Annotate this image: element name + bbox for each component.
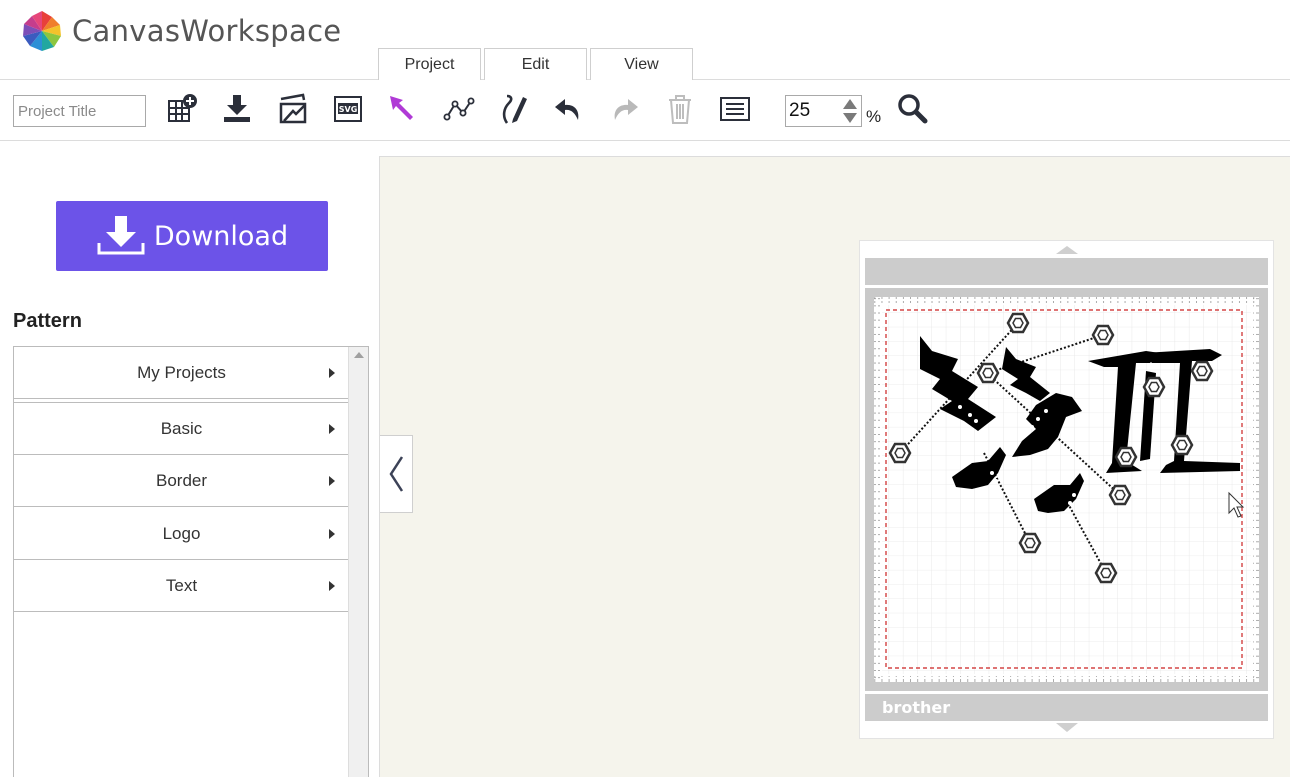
download-icon	[97, 216, 145, 255]
pattern-item-label: My Projects	[137, 362, 226, 382]
pattern-list-scrollbar[interactable]	[348, 347, 368, 777]
svg-text:SVG: SVG	[339, 105, 358, 114]
caret-right-icon	[329, 528, 335, 539]
canvasworkspace-logo-icon	[23, 11, 61, 51]
mat-feed-down-icon	[1056, 723, 1078, 732]
app-title: CanvasWorkspace	[72, 14, 342, 48]
import-button[interactable]	[219, 91, 255, 127]
export-icon	[279, 93, 307, 124]
cutting-mat-graphic: brother	[865, 246, 1268, 732]
pattern-heading: Pattern	[13, 310, 82, 332]
pattern-item-text[interactable]: Text	[14, 560, 349, 612]
caret-right-icon	[329, 423, 335, 434]
select-arrow-icon	[390, 96, 413, 120]
mat-brand-label: brother	[882, 698, 950, 717]
pattern-item-logo[interactable]: Logo	[14, 508, 349, 560]
pattern-item-label: Basic	[160, 418, 203, 438]
pattern-item-border[interactable]: Border	[14, 455, 349, 507]
draw-tool-icon	[502, 94, 527, 124]
pattern-item-basic[interactable]: Basic	[14, 403, 349, 455]
side-panel: Download Pattern My Projects Basic Borde…	[0, 141, 378, 777]
menu-tabs: Project Edit View	[378, 48, 696, 81]
download-label: Download	[153, 220, 289, 252]
new-project-icon	[168, 94, 197, 122]
zoom-decrease-icon[interactable]	[841, 111, 859, 125]
caret-right-icon	[329, 580, 335, 591]
import-icon	[224, 95, 250, 122]
export-button[interactable]	[275, 91, 311, 127]
node-edit-icon	[443, 97, 475, 121]
zoom-increase-icon[interactable]	[841, 97, 859, 111]
download-button[interactable]: Download	[56, 201, 328, 271]
collapse-panel-button[interactable]	[380, 435, 413, 513]
redo-icon	[614, 99, 638, 120]
project-title-input[interactable]	[13, 95, 146, 127]
zoom-unit: %	[866, 107, 882, 126]
trash-icon	[669, 95, 691, 124]
svg-export-icon: SVG	[334, 96, 362, 122]
cutting-mat[interactable]: brother	[859, 240, 1274, 739]
object-list-icon	[720, 97, 750, 121]
draw-tool-button[interactable]	[497, 91, 533, 127]
pattern-item-my-projects[interactable]: My Projects	[14, 347, 349, 399]
pattern-item-label: Logo	[162, 523, 201, 543]
workspace-canvas[interactable]: brother	[379, 156, 1290, 777]
zoom-field	[785, 95, 862, 127]
caret-right-icon	[329, 475, 335, 486]
undo-button[interactable]	[551, 91, 587, 127]
zoom-button[interactable]	[894, 91, 930, 127]
tab-edit[interactable]: Edit	[484, 48, 587, 80]
zoom-input[interactable]	[786, 96, 838, 126]
svg-export-button[interactable]: SVG	[330, 91, 366, 127]
chevron-left-icon	[389, 456, 404, 492]
object-list-button[interactable]	[717, 91, 753, 127]
pattern-list: My Projects Basic Border Logo Text	[13, 346, 369, 777]
tab-project[interactable]: Project	[378, 48, 481, 81]
redo-button[interactable]	[606, 91, 642, 127]
select-tool-button[interactable]	[385, 91, 421, 127]
magnifier-icon	[898, 94, 928, 124]
delete-button[interactable]	[662, 91, 698, 127]
tab-view[interactable]: View	[590, 48, 693, 80]
toolbar: SVG	[0, 80, 1290, 141]
app-window: CanvasWorkspace Project Edit View Projec…	[0, 0, 1290, 777]
caret-right-icon	[329, 367, 335, 378]
scroll-up-icon[interactable]	[354, 352, 364, 358]
undo-icon	[555, 99, 579, 120]
mat-feed-up-icon	[1056, 246, 1078, 254]
pattern-item-label: Border	[155, 470, 208, 490]
pattern-item-label: Text	[165, 575, 198, 595]
header: CanvasWorkspace Project Edit View	[0, 0, 1290, 81]
node-edit-button[interactable]	[441, 91, 477, 127]
new-project-button[interactable]	[164, 91, 200, 127]
